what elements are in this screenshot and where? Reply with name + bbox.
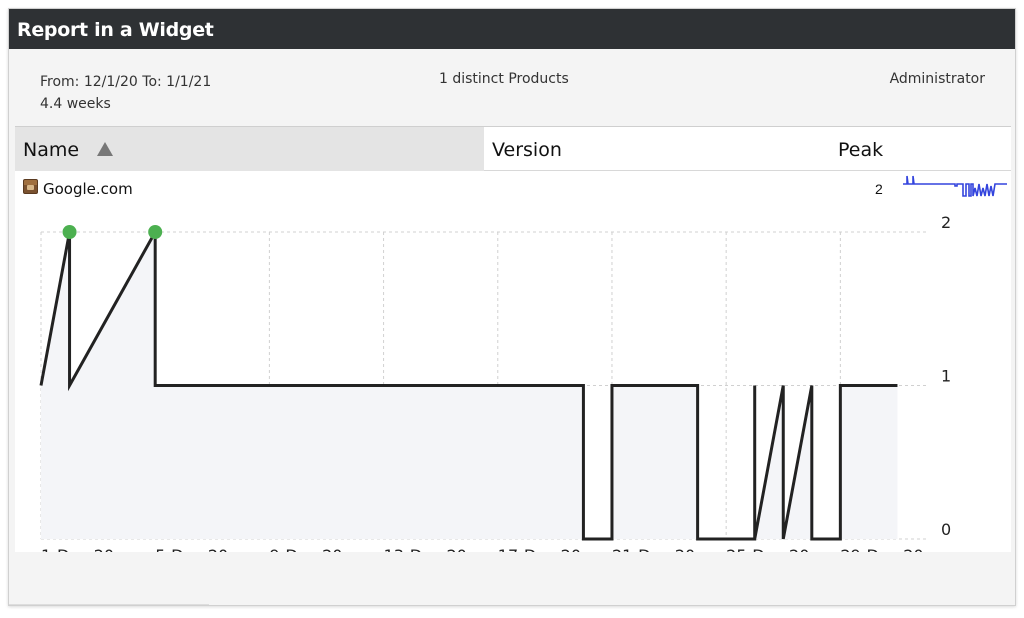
user-name: Administrator bbox=[889, 71, 985, 87]
column-header-name[interactable]: Name bbox=[15, 127, 484, 171]
table-header: Name Version Peak bbox=[15, 127, 1011, 171]
x-tick-label: 25-Dec-20 bbox=[726, 546, 809, 552]
usage-chart: 1-Dec-20 5-Dec-20 9-Dec-20 13-Dec-20 17-Dec-… bbox=[39, 213, 951, 552]
date-range: From: 12/1/20 To: 1/1/21 4.4 weeks bbox=[40, 71, 211, 115]
peak-marker bbox=[62, 225, 77, 239]
x-tick-label: 5-Dec-20 bbox=[155, 546, 228, 552]
x-tick-label: 29-Dec-20 bbox=[840, 546, 923, 552]
peak-value: 2 bbox=[875, 181, 883, 197]
usage-sparkline bbox=[903, 175, 1007, 197]
y-tick-label: 2 bbox=[941, 213, 951, 232]
peak-marker bbox=[148, 225, 163, 239]
product-name[interactable]: Google.com bbox=[43, 180, 133, 198]
x-tick-label: 17-Dec-20 bbox=[498, 546, 581, 552]
sparkline-line bbox=[903, 175, 1007, 197]
x-tick-label: 1-Dec-20 bbox=[41, 546, 114, 552]
x-tick-label: 21-Dec-20 bbox=[612, 546, 695, 552]
column-header-peak[interactable]: Peak bbox=[830, 127, 1010, 171]
duration-label: 4.4 weeks bbox=[40, 96, 111, 112]
column-header-name-label: Name bbox=[23, 139, 80, 161]
column-header-version-label: Version bbox=[492, 139, 562, 161]
column-header-version[interactable]: Version bbox=[484, 127, 829, 171]
divider bbox=[9, 604, 209, 605]
widget-title: Report in a Widget bbox=[17, 19, 214, 41]
distinct-products-count: 1 distinct Products bbox=[439, 71, 569, 87]
column-header-peak-label: Peak bbox=[838, 139, 884, 161]
product-box-icon bbox=[23, 179, 38, 194]
x-tick-label: 13-Dec-20 bbox=[384, 546, 467, 552]
sort-ascending-icon[interactable] bbox=[97, 142, 113, 156]
y-tick-label: 1 bbox=[941, 367, 951, 386]
x-tick-label: 9-Dec-20 bbox=[269, 546, 342, 552]
products-table: Name Version Peak Google.com 2 1-Dec-20 5… bbox=[15, 126, 1011, 552]
date-range-label: From: 12/1/20 To: 1/1/21 bbox=[40, 74, 212, 90]
report-widget: Report in a Widget From: 12/1/20 To: 1/1… bbox=[8, 8, 1016, 606]
table-row[interactable]: Google.com 2 bbox=[15, 171, 1011, 203]
y-tick-label: 0 bbox=[941, 520, 951, 539]
widget-titlebar: Report in a Widget bbox=[9, 9, 1015, 49]
